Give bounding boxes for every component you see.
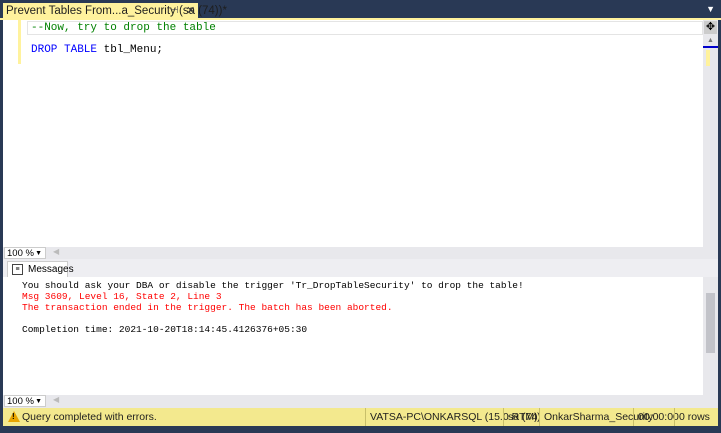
status-rows: 0 rows: [674, 408, 710, 426]
status-elapsed: 00:00:00: [633, 408, 679, 426]
chevron-down-icon: ▼: [35, 250, 42, 257]
change-marker: [18, 20, 21, 64]
completion-time: Completion time: 2021-10-20T18:14:45.412…: [22, 324, 308, 335]
caret-marker: [703, 46, 718, 48]
error-line: Msg 3609, Level 16, State 2, Line 3: [22, 291, 222, 302]
identifier: tbl_Menu;: [103, 44, 164, 56]
change-map-marker: [706, 50, 710, 66]
keyword: DROP TABLE: [31, 44, 98, 56]
pin-icon[interactable]: ⊣: [170, 3, 179, 19]
messages-scrollbar[interactable]: [703, 277, 718, 395]
query-tab[interactable]: Prevent Tables From...a_Security (sa (74…: [3, 3, 227, 19]
scroll-left-icon[interactable]: ◀: [53, 247, 59, 256]
editor-scrollbar[interactable]: ✥ ▲: [703, 20, 718, 247]
tab-messages[interactable]: ≡ Messages: [7, 261, 74, 278]
results-zoom-row: 100 % ▼ ◀: [3, 395, 718, 408]
close-icon[interactable]: ✕: [186, 3, 195, 19]
tab-list-dropdown-icon[interactable]: ▼: [706, 4, 715, 14]
scroll-thumb[interactable]: [706, 293, 715, 353]
query-editor[interactable]: --Now, try to drop the table DROP TABLE …: [3, 20, 718, 247]
zoom-value: 100 %: [7, 396, 34, 407]
results-tabs: ≡ Messages: [3, 259, 718, 278]
editor-zoom-select[interactable]: 100 % ▼: [4, 247, 46, 259]
code-line-1: --Now, try to drop the table: [31, 22, 216, 34]
results-zoom-select[interactable]: 100 % ▼: [4, 395, 46, 407]
zoom-value: 100 %: [7, 248, 34, 259]
tab-messages-label: Messages: [28, 264, 74, 275]
split-icon[interactable]: ✥: [704, 21, 717, 34]
status-user: sa (74): [503, 408, 541, 426]
warning-icon: [8, 411, 20, 422]
error-line: The transaction ended in the trigger. Th…: [22, 302, 393, 313]
code-line-3: DROP TABLE tbl_Menu;: [31, 44, 163, 56]
scroll-left-icon[interactable]: ◀: [53, 395, 59, 404]
message-line: You should ask your DBA or disable the t…: [22, 280, 524, 291]
messages-icon: ≡: [12, 264, 23, 275]
chevron-down-icon: ▼: [35, 398, 42, 405]
status-message: Query completed with errors.: [22, 411, 157, 423]
status-bar: Query completed with errors. VATSA-PC\ON…: [3, 408, 718, 426]
messages-pane[interactable]: You should ask your DBA or disable the t…: [3, 277, 718, 395]
